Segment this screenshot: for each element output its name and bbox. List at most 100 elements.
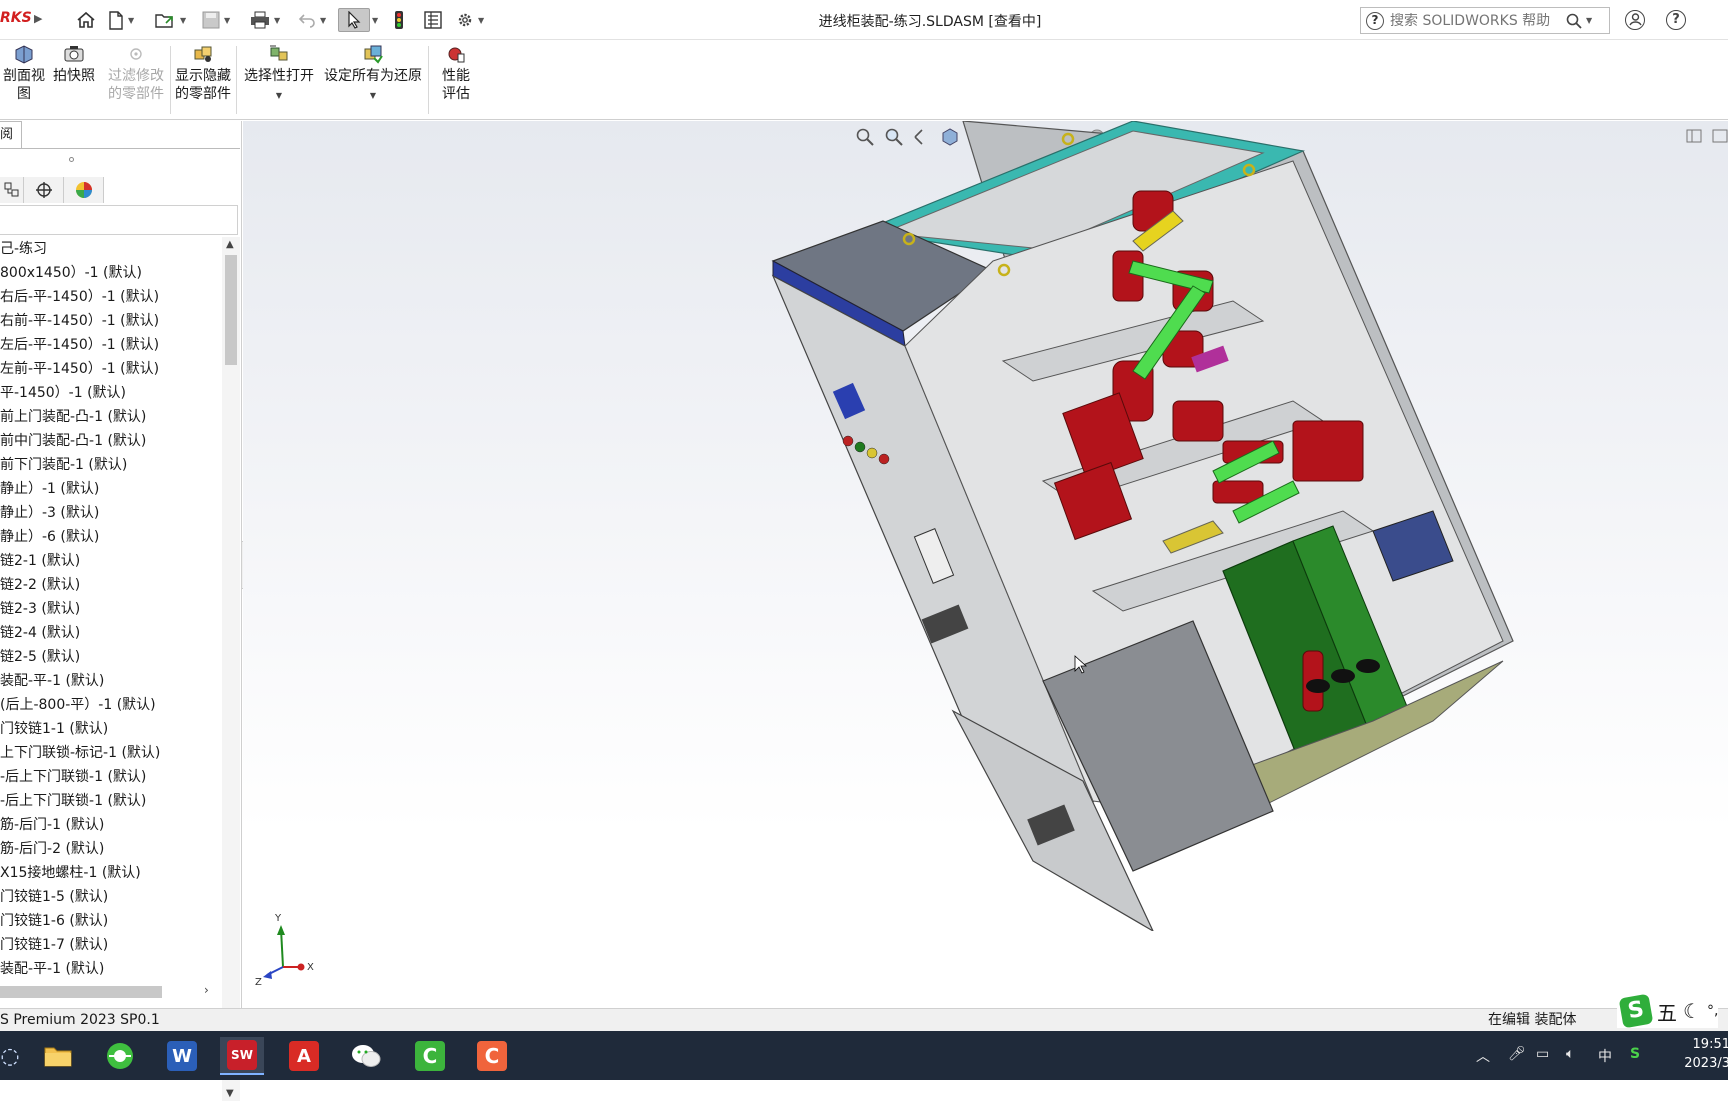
search-magnifier-icon[interactable] (1566, 13, 1582, 29)
file-properties-icon[interactable] (424, 8, 442, 32)
solidworks-logo[interactable]: RKS (0, 10, 32, 26)
tree-item[interactable]: -后上下门联锁-1 (默认) (0, 765, 222, 789)
snapshot-button[interactable]: 拍快照 (52, 44, 96, 85)
new-document-icon[interactable]: ▼ (108, 8, 134, 32)
switchgear-cabinet-model[interactable] (573, 121, 1553, 931)
rebuild-traffic-light-icon[interactable] (394, 8, 404, 32)
open-dropdown-icon[interactable]: ▼ (180, 16, 186, 25)
taskbar-file-explorer[interactable] (36, 1037, 80, 1075)
save-icon[interactable]: ▼ (202, 8, 230, 32)
tree-item[interactable]: 筋-后门-2 (默认) (0, 837, 222, 861)
set-all-resolved-dropdown-icon[interactable]: ▼ (370, 87, 376, 105)
tree-item[interactable]: 右后-平-1450）-1 (默认) (0, 285, 222, 309)
display-manager-tab[interactable] (64, 177, 104, 203)
taskbar-browser[interactable] (98, 1037, 142, 1075)
tree-item[interactable]: 门铰链1-7 (默认) (0, 933, 222, 957)
tree-item[interactable]: 上下门联锁-标记-1 (默认) (0, 741, 222, 765)
undo-icon[interactable]: ▼ (298, 8, 326, 32)
scroll-thumb[interactable] (225, 255, 237, 365)
tree-item[interactable]: X15接地螺柱-1 (默认) (0, 861, 222, 885)
tray-overflow-chevron-icon[interactable]: ︿ (1476, 1046, 1490, 1066)
tree-item[interactable]: 静止）-1 (默认) (0, 477, 222, 501)
scroll-thumb[interactable] (0, 986, 162, 998)
new-dropdown-icon[interactable]: ▼ (128, 16, 134, 25)
tree-item[interactable]: 链2-5 (默认) (0, 645, 222, 669)
panel-splitter-handle[interactable] (69, 157, 74, 162)
set-all-resolved-button[interactable]: 设定所有为还原 ▼ (322, 44, 424, 105)
tree-item[interactable]: 链2-2 (默认) (0, 573, 222, 597)
graphics-area[interactable]: Y X Z (243, 121, 1728, 1008)
taskbar-acrobat[interactable]: A (282, 1037, 326, 1075)
open-document-icon[interactable]: ▼ (154, 8, 186, 32)
tree-item[interactable]: 静止）-3 (默认) (0, 501, 222, 525)
system-clock[interactable]: 19:51 2023/3 (1670, 1035, 1728, 1073)
input-language-indicator[interactable]: 中 (1598, 1046, 1612, 1066)
start-button[interactable]: ◌ (0, 1037, 32, 1075)
panel-tab[interactable]: 阅 (0, 121, 22, 149)
selective-open-button[interactable]: 选择性打开 ▼ (242, 44, 316, 105)
tree-item[interactable]: 静止）-6 (默认) (0, 525, 222, 549)
select-pointer-icon[interactable] (338, 8, 370, 32)
tree-item[interactable]: 装配-平-1 (默认) (0, 669, 222, 693)
show-hidden-components-button[interactable]: 显示隐藏的零部件 (174, 44, 232, 103)
moon-icon[interactable]: ☾ (1683, 999, 1701, 1023)
undo-dropdown-icon[interactable]: ▼ (320, 16, 326, 25)
sogou-tray-icon[interactable]: S (1630, 1046, 1640, 1062)
tree-item[interactable]: 筋-后门-1 (默认) (0, 813, 222, 837)
menu-expand-arrow-icon[interactable]: ▶ (34, 12, 42, 25)
tree-item[interactable]: (后上-800-平）-1 (默认) (0, 693, 222, 717)
save-dropdown-icon[interactable]: ▼ (224, 16, 230, 25)
search-dropdown-icon[interactable]: ▼ (1586, 16, 1592, 25)
taskbar-camtasia-green[interactable]: C (408, 1037, 452, 1075)
filter-modified-button[interactable]: 过滤修改的零部件 (104, 44, 168, 103)
taskbar-word[interactable]: W (160, 1037, 204, 1075)
tree-item[interactable]: 己-练习 (0, 237, 222, 261)
home-icon[interactable] (74, 8, 98, 32)
sogou-ime-logo[interactable]: S (1618, 993, 1654, 1029)
taskbar-solidworks[interactable]: SW (220, 1037, 264, 1075)
tree-item[interactable]: 前下门装配-1 (默认) (0, 453, 222, 477)
tree-item[interactable]: 前上门装配-凸-1 (默认) (0, 405, 222, 429)
maximize-viewport-icon[interactable] (1712, 129, 1728, 147)
help-icon[interactable]: ? (1666, 10, 1686, 30)
help-search-input[interactable] (1390, 12, 1560, 29)
taskbar-camtasia-orange[interactable]: C (470, 1037, 514, 1075)
options-dropdown-icon[interactable]: ▼ (478, 16, 484, 25)
tree-filter-box[interactable] (0, 205, 238, 235)
split-viewport-icon[interactable] (1686, 129, 1702, 147)
tree-item[interactable]: 右前-平-1450）-1 (默认) (0, 309, 222, 333)
tree-item[interactable]: 左后-平-1450）-1 (默认) (0, 333, 222, 357)
tree-item[interactable]: 链2-1 (默认) (0, 549, 222, 573)
select-dropdown-icon[interactable]: ▼ (372, 8, 378, 32)
print-dropdown-icon[interactable]: ▼ (274, 16, 280, 25)
scroll-down-arrow-icon[interactable]: ▼ (226, 1088, 234, 1099)
selective-open-dropdown-icon[interactable]: ▼ (276, 87, 282, 105)
ime-mode-indicator[interactable]: 五 (1657, 997, 1677, 1026)
options-gear-icon[interactable]: ▼ (456, 8, 484, 32)
tree-item[interactable]: 链2-4 (默认) (0, 621, 222, 645)
user-account-icon[interactable] (1625, 10, 1645, 30)
ime-toolbar[interactable]: S 五 ☾ °, (1617, 993, 1719, 1029)
help-search-box[interactable]: ? ▼ (1360, 7, 1610, 34)
network-icon[interactable]: ▭ (1536, 1046, 1549, 1062)
tree-item[interactable]: 门铰链1-1 (默认) (0, 717, 222, 741)
volume-icon[interactable]: 🔈︎ (1566, 1046, 1574, 1062)
tree-item[interactable]: 门铰链1-5 (默认) (0, 885, 222, 909)
tree-vertical-scrollbar[interactable]: ▲ ▼ (222, 237, 240, 1101)
tree-item[interactable]: -后上下门联锁-1 (默认) (0, 789, 222, 813)
tree-item[interactable]: 平-1450）-1 (默认) (0, 381, 222, 405)
section-view-button[interactable]: 剖面视图 (2, 44, 46, 103)
microphone-icon[interactable]: 🎤︎ (1508, 1046, 1526, 1062)
tree-item[interactable]: 800x1450）-1 (默认) (0, 261, 222, 285)
punctuation-icon[interactable]: °, (1707, 1003, 1718, 1019)
tree-horizontal-scrollbar[interactable]: › (0, 983, 222, 1001)
tree-item[interactable]: 装配-平-1 (默认) (0, 957, 222, 981)
tree-item[interactable]: 链2-3 (默认) (0, 597, 222, 621)
tree-item[interactable]: 门铰链1-6 (默认) (0, 909, 222, 933)
performance-evaluation-button[interactable]: 性能评估 (434, 44, 478, 103)
taskbar-wechat[interactable] (344, 1037, 388, 1075)
scroll-up-arrow-icon[interactable]: ▲ (226, 239, 234, 250)
configuration-manager-tab[interactable] (0, 177, 24, 203)
tree-item[interactable]: 左前-平-1450）-1 (默认) (0, 357, 222, 381)
scroll-right-arrow-icon[interactable]: › (204, 983, 209, 997)
